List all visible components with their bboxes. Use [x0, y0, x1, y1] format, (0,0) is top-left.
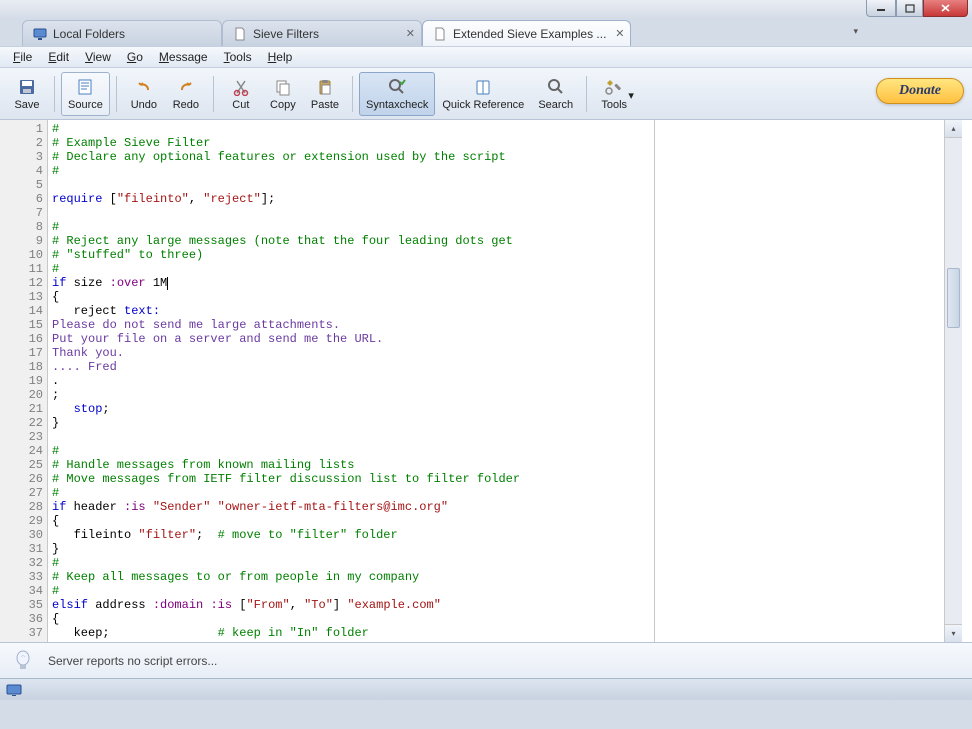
- minimize-button[interactable]: [866, 0, 896, 17]
- check-icon: [387, 77, 407, 97]
- tab-label: Local Folders: [53, 27, 125, 41]
- tab-extended-sieve[interactable]: Extended Sieve Examples ... ✕: [422, 20, 631, 46]
- bottom-bar: [0, 678, 972, 700]
- status-bar: Server reports no script errors...: [0, 642, 972, 678]
- scroll-down-arrow[interactable]: ▾: [945, 624, 962, 642]
- toolbar-separator: [116, 76, 117, 112]
- scroll-up-arrow[interactable]: ▴: [945, 120, 962, 138]
- toolbar-label: Quick Reference: [442, 99, 524, 111]
- maximize-button[interactable]: [896, 0, 923, 17]
- chevron-down-icon: ▾: [628, 89, 634, 102]
- tab-label: Extended Sieve Examples ...: [453, 27, 606, 41]
- undo-button[interactable]: Undo: [123, 72, 165, 116]
- app-icon[interactable]: [6, 684, 22, 696]
- menu-help[interactable]: Help: [261, 48, 300, 66]
- toolbar-separator: [352, 76, 353, 112]
- syntaxcheck-button[interactable]: Syntaxcheck: [359, 72, 435, 116]
- donate-label: Donate: [899, 83, 941, 98]
- status-message: Server reports no script errors...: [48, 654, 217, 668]
- toolbar: Save Source Undo Redo Cut Copy: [0, 68, 972, 120]
- tools-icon: [604, 77, 624, 97]
- menubar: File Edit View Go Message Tools Help: [0, 46, 972, 68]
- code-area[interactable]: ## Example Sieve Filter# Declare any opt…: [48, 120, 654, 642]
- close-tab-icon[interactable]: ✕: [406, 27, 415, 40]
- line-number-gutter: 1234567891011121314151617181920212223242…: [0, 120, 48, 642]
- window-titlebar: [0, 0, 972, 18]
- cut-icon: [231, 77, 251, 97]
- tab-label: Sieve Filters: [253, 27, 319, 41]
- menu-go[interactable]: Go: [120, 48, 150, 66]
- editor: 1234567891011121314151617181920212223242…: [0, 120, 972, 642]
- window-controls: [866, 0, 968, 17]
- redo-icon: [176, 77, 196, 97]
- tab-local-folders[interactable]: Local Folders: [22, 20, 222, 46]
- toolbar-label: Search: [538, 99, 573, 111]
- source-button[interactable]: Source: [61, 72, 110, 116]
- search-button[interactable]: Search: [531, 72, 580, 116]
- lightbulb-icon: [12, 650, 34, 672]
- menu-message[interactable]: Message: [152, 48, 215, 66]
- source-icon: [75, 77, 95, 97]
- toolbar-label: Undo: [131, 99, 157, 111]
- tab-sieve-filters[interactable]: Sieve Filters ✕: [222, 20, 422, 46]
- toolbar-label: Redo: [173, 99, 199, 111]
- toolbar-label: Tools: [601, 99, 627, 111]
- menu-edit[interactable]: Edit: [41, 48, 76, 66]
- tools-dropdown[interactable]: Tools ▾: [593, 72, 635, 116]
- document-icon: [433, 27, 447, 41]
- toolbar-label: Save: [14, 99, 39, 111]
- toolbar-label: Syntaxcheck: [366, 99, 428, 111]
- copy-button[interactable]: Copy: [262, 72, 304, 116]
- monitor-icon: [33, 27, 47, 41]
- toolbar-separator: [586, 76, 587, 112]
- quickref-button[interactable]: Quick Reference: [435, 72, 531, 116]
- donate-button[interactable]: Donate: [876, 78, 964, 104]
- document-icon: [233, 27, 247, 41]
- toolbar-separator: [54, 76, 55, 112]
- paste-icon: [315, 77, 335, 97]
- side-pane: [654, 120, 944, 642]
- tab-strip: Local Folders Sieve Filters ✕ Extended S…: [0, 18, 972, 46]
- toolbar-label: Source: [68, 99, 103, 111]
- menu-tools[interactable]: Tools: [217, 48, 259, 66]
- search-icon: [546, 77, 566, 97]
- vertical-scrollbar[interactable]: ▴ ▾: [944, 120, 962, 642]
- cut-button[interactable]: Cut: [220, 72, 262, 116]
- toolbar-label: Copy: [270, 99, 296, 111]
- toolbar-label: Paste: [311, 99, 339, 111]
- copy-icon: [273, 77, 293, 97]
- redo-button[interactable]: Redo: [165, 72, 207, 116]
- save-icon: [17, 77, 37, 97]
- toolbar-label: Cut: [232, 99, 249, 111]
- close-tab-icon[interactable]: ✕: [615, 27, 624, 40]
- close-button[interactable]: [923, 0, 968, 17]
- tab-overflow-dropdown[interactable]: ▾: [849, 24, 862, 39]
- scroll-thumb[interactable]: [947, 268, 960, 328]
- paste-button[interactable]: Paste: [304, 72, 346, 116]
- toolbar-separator: [213, 76, 214, 112]
- save-button[interactable]: Save: [6, 72, 48, 116]
- menu-file[interactable]: File: [6, 48, 39, 66]
- book-icon: [473, 77, 493, 97]
- undo-icon: [134, 77, 154, 97]
- menu-view[interactable]: View: [78, 48, 118, 66]
